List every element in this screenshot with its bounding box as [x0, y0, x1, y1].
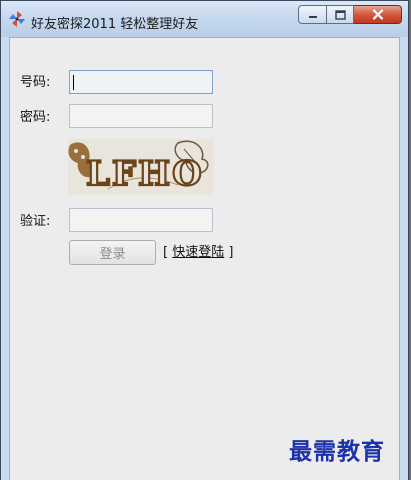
quick-login-text[interactable]: 快速登陆 [172, 245, 224, 260]
close-icon [372, 9, 383, 20]
maximize-icon [334, 9, 346, 20]
bracket-open: [ [163, 245, 169, 260]
captcha-text: LFHO [86, 154, 204, 194]
password-label: 密码: [20, 110, 51, 125]
title-bar[interactable]: 好友密探2011 轻松整理好友 [1, 1, 408, 37]
account-label: 号码: [20, 75, 51, 90]
maximize-button[interactable] [327, 5, 354, 24]
captcha-image[interactable]: LFHO [68, 139, 214, 195]
caption-buttons [298, 5, 402, 24]
close-button[interactable] [354, 5, 402, 24]
text-caret [73, 75, 74, 90]
account-input[interactable] [69, 70, 213, 94]
verify-label: 验证: [20, 214, 51, 229]
bracket-close: ] [228, 245, 234, 260]
password-input[interactable] [69, 104, 213, 128]
app-window: 好友密探2011 轻松整理好友 号码: 密码: LFHO 验证: 登录 [快速… [0, 0, 409, 480]
pinwheel-icon [9, 11, 25, 27]
login-panel: 号码: 密码: LFHO 验证: 登录 [快速登陆] [9, 37, 400, 480]
verify-input[interactable] [69, 208, 213, 232]
minimize-button[interactable] [298, 5, 327, 24]
watermark: 最需教育 [289, 438, 385, 465]
window-title: 好友密探2011 轻松整理好友 [31, 17, 199, 32]
minimize-icon [308, 15, 317, 18]
quick-login-link[interactable]: [ 快速登陆 ] [163, 241, 233, 260]
captcha-art: LFHO [68, 139, 214, 195]
login-button[interactable]: 登录 [69, 240, 156, 265]
